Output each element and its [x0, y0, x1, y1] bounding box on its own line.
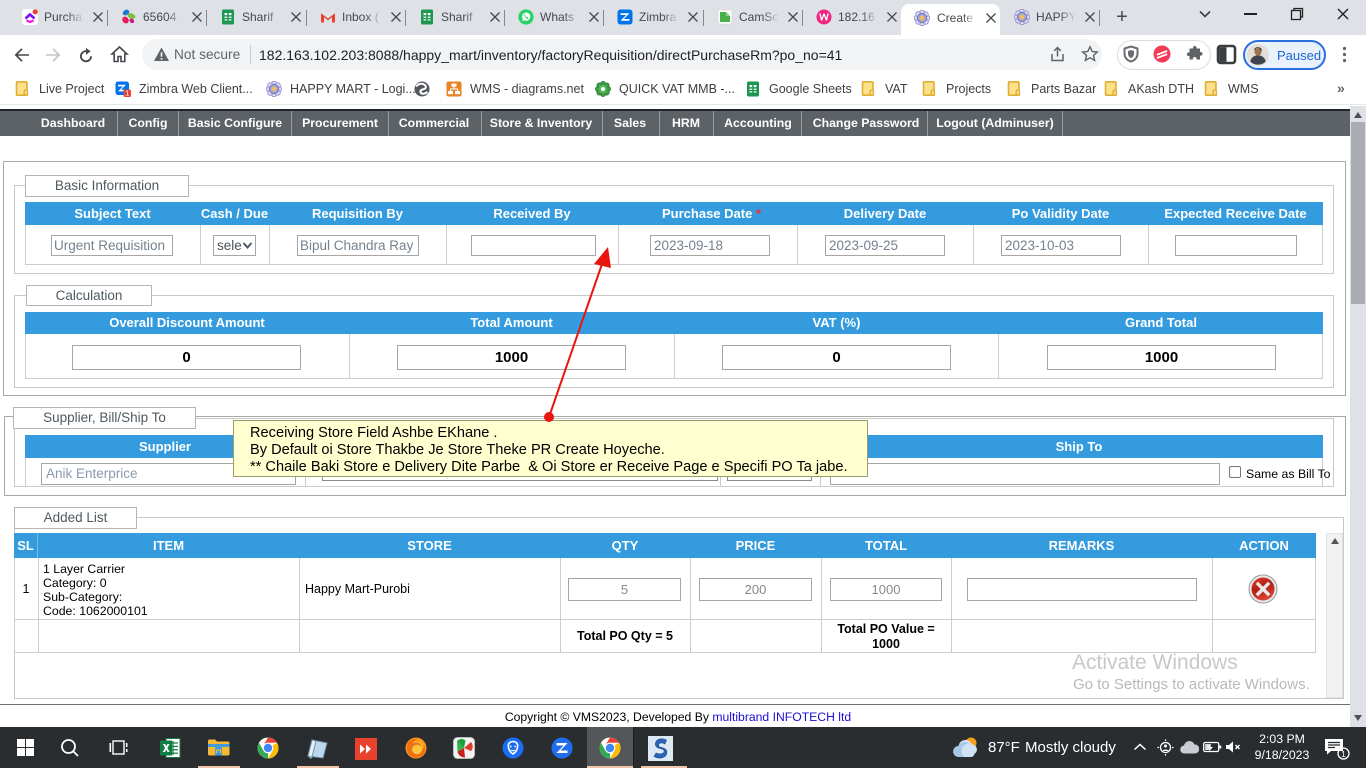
svg-text:1: 1 — [1341, 749, 1346, 759]
svg-text:1: 1 — [125, 89, 129, 97]
